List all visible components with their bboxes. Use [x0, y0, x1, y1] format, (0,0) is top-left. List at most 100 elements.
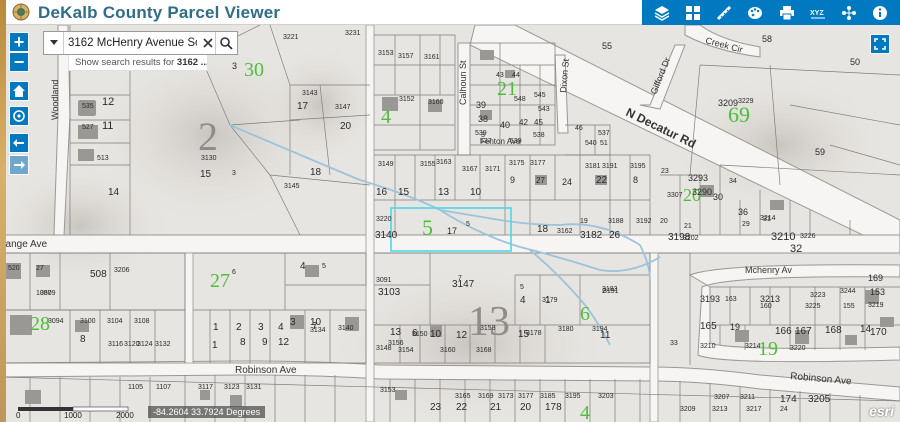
parcel-number-label: 160: [760, 303, 772, 310]
previous-extent-button[interactable]: [9, 133, 29, 153]
parcel-number-label: 3225: [805, 303, 821, 310]
parcel-number-label: 27: [536, 176, 545, 185]
print-icon: [779, 5, 794, 20]
parcel-number-label: 3124: [137, 341, 153, 348]
share-button[interactable]: [838, 2, 860, 24]
parcel-number-label: 3149: [378, 161, 394, 168]
zoom-in-button[interactable]: +: [9, 32, 29, 52]
zone-label: 2: [198, 114, 218, 159]
parcel-number-label: 153: [870, 287, 885, 297]
coordinates-button[interactable]: XYZ: [807, 2, 829, 24]
parcel-number-label: 3209: [680, 406, 696, 413]
zone-label: 13: [468, 299, 510, 345]
zone-label: 6: [580, 303, 590, 325]
map-view[interactable]: Woodland Calhoun St Dixon St Gifford Dr …: [0, 25, 900, 422]
zone-label: 5: [422, 215, 433, 240]
parcel-number-label: 30: [713, 192, 723, 202]
parcel-number-label: 1: [545, 295, 551, 306]
info-button[interactable]: [869, 2, 891, 24]
search-input[interactable]: [64, 32, 201, 54]
parcel-number-label: 3154: [398, 347, 414, 354]
parcel-number-label: 12: [278, 337, 290, 348]
fullscreen-button[interactable]: [870, 34, 890, 54]
suggestion-value: 3162 ...: [176, 57, 208, 68]
home-button[interactable]: [9, 81, 29, 101]
parcel-number-label: 3091: [376, 277, 392, 284]
basemap-grid-icon: [685, 5, 700, 20]
search-clear-button[interactable]: [201, 32, 215, 54]
parcel-number-label: 15: [200, 169, 212, 180]
parcel-number-label: 42: [519, 118, 528, 127]
zoom-out-button[interactable]: −: [9, 52, 29, 72]
parcel-number-label: 27: [36, 265, 44, 272]
parcel-number-label: 22: [456, 402, 468, 413]
search-button[interactable]: [215, 32, 237, 54]
parcel-number-label: 3: [232, 170, 236, 177]
parcel-number-label: 4: [520, 295, 526, 306]
parcel-number-label: 527: [82, 124, 94, 131]
draw-button[interactable]: [744, 2, 766, 24]
parcel-number-label: 3153: [378, 50, 394, 57]
palette-icon: [748, 6, 763, 19]
parcel-number-label: 17: [447, 226, 457, 236]
parcel-number-label: 6: [412, 328, 418, 339]
parcel-number-label: 3134: [310, 327, 326, 334]
parcel-number-label: 513: [97, 155, 109, 162]
parcel-number-label: 1107: [156, 384, 171, 391]
parcel-number-label: 520: [8, 265, 20, 272]
parcel-number-label: 1105: [128, 384, 143, 391]
measure-button[interactable]: [713, 2, 735, 24]
parcel-number-label: 3108: [134, 318, 150, 325]
parcel-number-label: 543: [538, 106, 550, 113]
county-logo-icon: [12, 3, 30, 21]
parcel-number-label: 3220: [790, 345, 806, 352]
locate-button[interactable]: [9, 106, 29, 126]
zone-label: 19: [758, 338, 778, 360]
parcel-number-label: 17: [297, 101, 309, 112]
parcel-number-label: 22: [596, 175, 608, 186]
parcel-number-label: 3214: [760, 215, 776, 222]
basemap-gallery-button[interactable]: [682, 2, 704, 24]
parcel-number-label: 3131: [246, 384, 262, 391]
fullscreen-icon: [874, 38, 886, 50]
zone-label: 30: [244, 59, 264, 81]
parcel-number-label: 3175: [509, 160, 525, 167]
parcel-number-label: 39: [476, 100, 486, 110]
next-extent-button[interactable]: [9, 155, 29, 175]
parcel-number-label: 3171: [485, 166, 501, 173]
parcel-number-label: 36: [738, 207, 748, 217]
parcel-number-label: 538: [533, 132, 545, 139]
parcel-number-label: 12: [102, 96, 114, 108]
parcel-number-label: 3167: [462, 166, 478, 173]
parcel-number-label: 155: [843, 303, 855, 310]
parcel-number-label: 21: [684, 223, 692, 230]
parcel-number-label: 15: [398, 187, 410, 198]
parcel-number-label: 3180: [558, 326, 574, 333]
parcel-number-label: 174: [780, 394, 797, 405]
search-suggestion[interactable]: Show search results for 3162 ...: [68, 55, 208, 71]
parcel-number-label: 9: [510, 175, 515, 185]
parcel-number-label: 40: [500, 120, 510, 130]
parcel-number-label: 3181: [585, 163, 601, 170]
parcel-number-label: 4: [300, 261, 306, 272]
parcel-number-label: 3157: [398, 53, 414, 60]
parcel-number-label: 3160: [440, 347, 456, 354]
parcel-number-label: 3116: [108, 341, 123, 348]
parcel-number-label: 20: [660, 218, 668, 225]
esri-attribution[interactable]: esri: [869, 403, 894, 419]
parcel-number-label: 3220: [376, 216, 392, 223]
layers-button[interactable]: [651, 2, 673, 24]
locate-icon: [13, 110, 25, 122]
print-button[interactable]: [776, 2, 798, 24]
header-toolbar: XYZ: [642, 0, 900, 25]
parcel-number-label: 3202: [683, 235, 699, 242]
parcel-number-label: 165: [700, 321, 717, 332]
parcel-number-label: 3165: [455, 393, 471, 400]
coordinate-readout: -84.2604 33.7924 Degrees: [148, 406, 266, 418]
parcel-number-label: 46: [575, 125, 583, 132]
parcel-map-canvas[interactable]: Woodland Calhoun St Dixon St Gifford Dr …: [0, 25, 900, 422]
parcel-number-label: 44: [512, 72, 520, 79]
search-source-dropdown[interactable]: [44, 32, 64, 54]
parcel-number-label: 167: [795, 326, 812, 337]
parcel-number-label: 3140: [338, 325, 354, 332]
